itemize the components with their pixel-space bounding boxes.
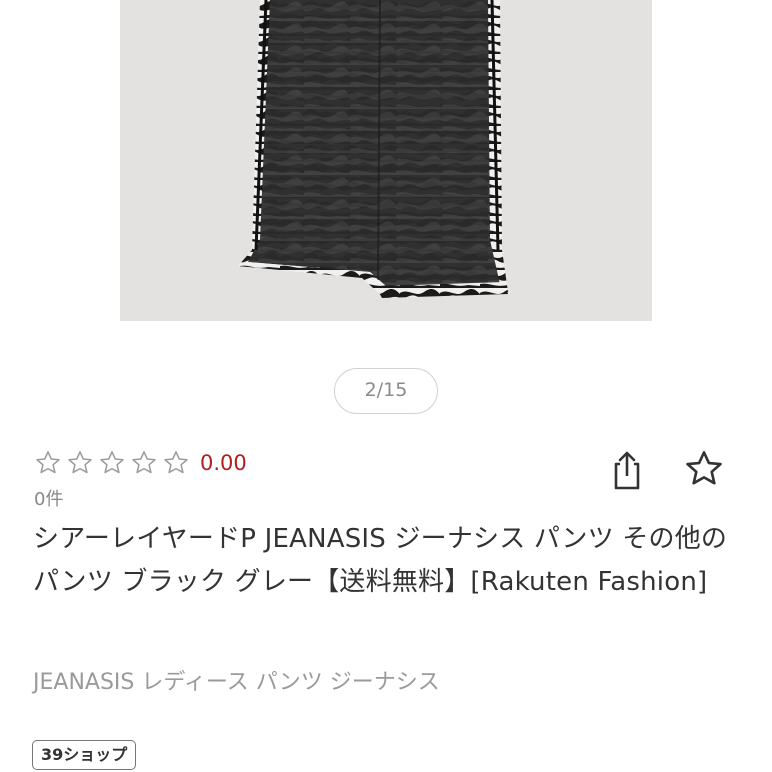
product-subtitle: JEANASIS レディース パンツ ジーナシス	[33, 670, 440, 695]
star-empty-icon	[132, 451, 156, 474]
review-count[interactable]: 0件	[34, 485, 63, 511]
share-icon	[614, 451, 640, 490]
star-empty-icon	[100, 451, 124, 474]
product-title: シアーレイヤードP JEANASIS ジーナシス パンツ その他のパンツ ブラッ…	[33, 524, 728, 597]
rating-score: 0.00	[200, 451, 247, 475]
shop-badge: 39ショップ	[32, 740, 137, 770]
share-button[interactable]	[606, 448, 648, 492]
product-image-area[interactable]	[0, 0, 772, 325]
rating-row: 0.00	[34, 446, 247, 480]
image-counter: 2/15	[334, 368, 438, 414]
star-outline-icon	[686, 451, 722, 485]
rating-stars	[34, 449, 190, 477]
star-empty-icon	[68, 451, 92, 474]
favorite-button[interactable]	[683, 448, 725, 490]
pants-illustration	[238, 0, 508, 298]
star-empty-icon	[164, 451, 188, 474]
star-empty-icon	[36, 451, 60, 474]
product-photo[interactable]	[120, 0, 652, 321]
